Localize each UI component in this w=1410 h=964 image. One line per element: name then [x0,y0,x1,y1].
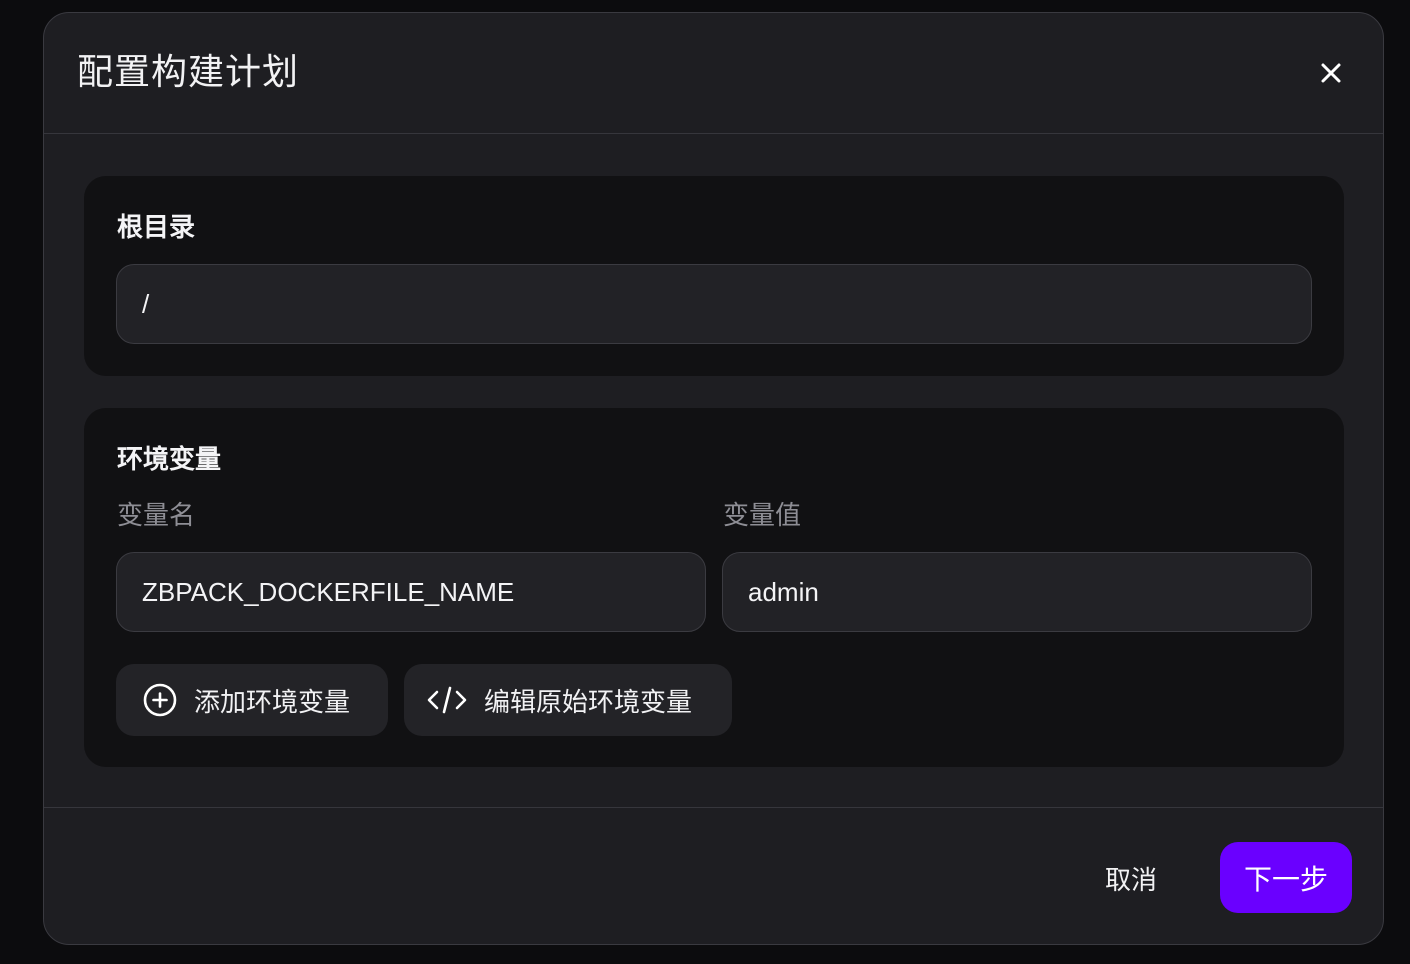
root-directory-title: 根目录 [117,213,196,243]
configure-build-plan-dialog: 配置构建计划 根目录 / 环境变量 变量名 变量值 ZBPACK_DOCKERF… [43,12,1384,945]
next-step-button[interactable]: 下一步 [1220,842,1352,913]
edit-raw-env-variables-label: 编辑原始环境变量 [484,687,693,718]
code-icon [426,682,468,718]
close-button[interactable] [1315,57,1347,89]
variable-value-value: admin [748,576,819,607]
environment-variables-title: 环境变量 [117,445,222,475]
cancel-label: 取消 [1104,865,1157,896]
variable-name-value: ZBPACK_DOCKERFILE_NAME [142,576,515,607]
dialog-body: 根目录 / 环境变量 变量名 变量值 ZBPACK_DOCKERFILE_NAM… [44,134,1383,807]
root-directory-value: / [142,288,150,319]
close-icon [1321,63,1341,83]
cancel-button[interactable]: 取消 [1084,848,1178,908]
variable-value-label: 变量值 [723,501,802,531]
variable-name-label: 变量名 [117,501,196,531]
add-env-variable-label: 添加环境变量 [194,687,351,718]
dialog-footer: 取消 下一步 [44,807,1383,944]
environment-variables-section: 环境变量 变量名 变量值 ZBPACK_DOCKERFILE_NAME admi… [84,408,1344,767]
edit-raw-env-variables-button[interactable]: 编辑原始环境变量 [404,664,732,736]
next-step-label: 下一步 [1243,862,1328,896]
dialog-title: 配置构建计划 [77,52,300,93]
plus-circle-icon [142,682,178,718]
variable-value-input[interactable]: admin [722,552,1312,632]
root-directory-section: 根目录 / [84,176,1344,376]
dialog-header: 配置构建计划 [44,13,1383,134]
variable-name-input[interactable]: ZBPACK_DOCKERFILE_NAME [116,552,706,632]
add-env-variable-button[interactable]: 添加环境变量 [116,664,388,736]
root-directory-input[interactable]: / [116,264,1312,344]
